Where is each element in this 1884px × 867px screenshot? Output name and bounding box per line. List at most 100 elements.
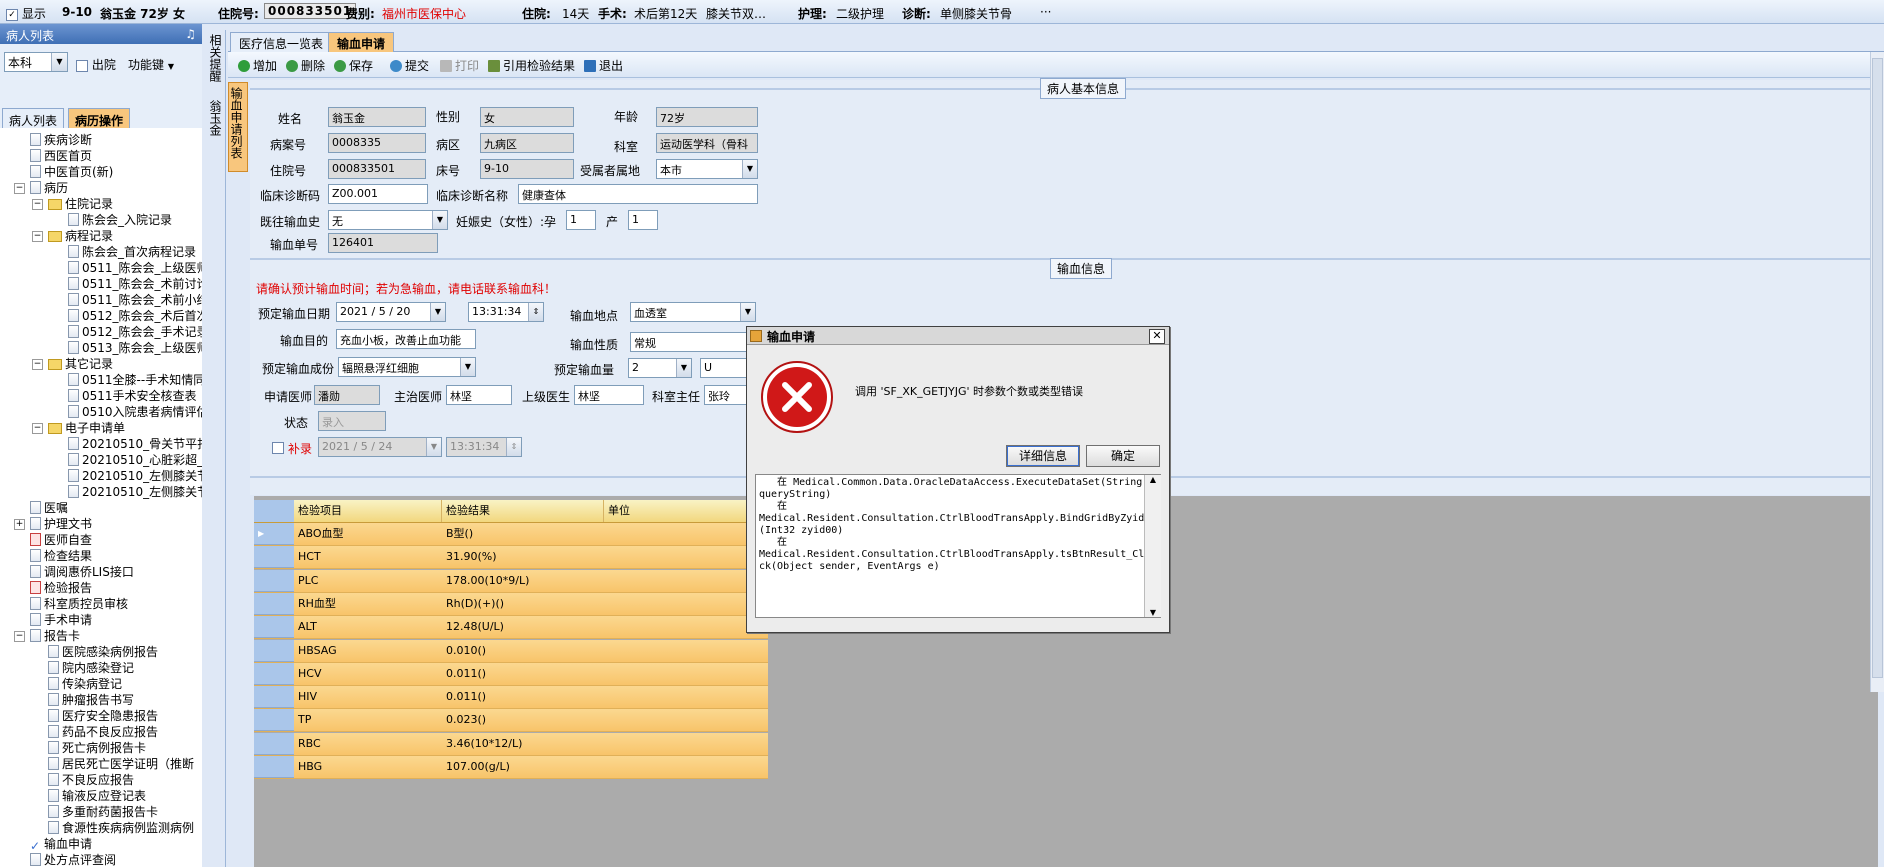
tree-item[interactable]: 调阅惠侨LIS接口: [30, 564, 134, 580]
col-item[interactable]: 检验项目: [294, 500, 442, 522]
tree-item[interactable]: 中医首页(新): [30, 164, 113, 180]
tree-item[interactable]: 0512_陈会会_手术记录: [68, 324, 202, 340]
row-selector[interactable]: [254, 756, 294, 778]
row-selector[interactable]: [254, 592, 294, 615]
tree-item[interactable]: 西医首页: [30, 148, 92, 164]
supplement-time[interactable]: 13:31:34 ⇕: [446, 437, 522, 457]
tree-item[interactable]: 居民死亡医学证明（推断: [48, 756, 194, 772]
table-row[interactable]: HBSAG 0.010(): [254, 639, 768, 663]
checkbox-icon[interactable]: [76, 59, 88, 72]
tree-item[interactable]: 疾病诊断: [30, 132, 92, 148]
ward-field[interactable]: 九病区: [480, 133, 574, 153]
tree-item[interactable]: 0511_陈会会_术前小结: [68, 292, 202, 308]
tree-item[interactable]: 手术申请: [30, 612, 92, 628]
tab-record-ops[interactable]: 病历操作: [68, 108, 131, 128]
table-row[interactable]: HIV 0.011(): [254, 686, 768, 710]
tree-expander-icon[interactable]: −: [32, 199, 43, 210]
cell-item[interactable]: HBSAG: [294, 640, 442, 662]
tree-item[interactable]: 传染病登记: [48, 676, 122, 692]
diag-name-field[interactable]: 健康查体: [518, 184, 758, 204]
chevron-down-icon[interactable]: ▼: [430, 303, 445, 321]
tree-item[interactable]: 陈会会_入院记录: [68, 212, 172, 228]
tree-expander-icon[interactable]: −: [14, 631, 25, 642]
scroll-down-icon[interactable]: ▼: [1145, 608, 1161, 617]
tree-item[interactable]: 医院感染病例报告: [48, 644, 158, 660]
tree-item[interactable]: 检验报告: [30, 580, 92, 596]
status-field[interactable]: 录入: [318, 411, 386, 431]
cell-result[interactable]: B型(): [442, 523, 604, 545]
table-row[interactable]: RBC 3.46(10*12/L): [254, 732, 768, 756]
tree-item[interactable]: 0511_陈会会_上级医师: [68, 260, 202, 276]
tree-expander-icon[interactable]: −: [14, 183, 25, 194]
component-select[interactable]: 辐照悬浮红细胞 ▼: [338, 357, 476, 377]
tab-patient-list[interactable]: 病人列表: [2, 108, 65, 128]
superior-field[interactable]: 林坚: [574, 385, 644, 405]
checkbox-icon[interactable]: [272, 441, 284, 454]
tree-item[interactable]: 医嘱: [30, 500, 68, 516]
close-icon[interactable]: ✕: [1149, 329, 1165, 344]
tree-item[interactable]: 陈会会_首次病程记录: [68, 244, 196, 260]
dept-select[interactable]: 本科 ▼: [4, 52, 68, 72]
chevron-down-icon[interactable]: ▼: [51, 53, 67, 71]
cell-item[interactable]: TP: [294, 709, 442, 731]
row-selector[interactable]: [254, 732, 294, 755]
error-detail-box[interactable]: 在 Medical.Common.Data.OracleDataAccess.E…: [755, 474, 1161, 618]
place-select[interactable]: 血透室 ▼: [630, 302, 756, 322]
history-select[interactable]: 无 ▼: [328, 210, 448, 230]
tree-item[interactable]: 20210510_心脏彩超_无: [68, 452, 202, 468]
supplement-date[interactable]: 2021 / 5 / 24 ▼: [318, 437, 442, 457]
residence-select[interactable]: 本市 ▼: [656, 159, 758, 179]
tree-item[interactable]: 0511_陈会会_术前讨论: [68, 276, 202, 292]
cell-item[interactable]: RBC: [294, 733, 442, 755]
submit-button[interactable]: 提交: [390, 57, 429, 74]
cell-item[interactable]: RH血型: [294, 593, 442, 615]
row-selector[interactable]: [254, 616, 294, 639]
side-tab-patient[interactable]: 翁玉金: [206, 96, 224, 146]
tree-expander-icon[interactable]: −: [32, 423, 43, 434]
table-row[interactable]: PLC 178.00(10*9/L): [254, 569, 768, 593]
checkbox-icon[interactable]: ✓: [6, 8, 18, 21]
row-selector[interactable]: [254, 686, 294, 709]
age-field[interactable]: 72岁: [656, 107, 758, 127]
tree-item[interactable]: 不良反应报告: [48, 772, 134, 788]
cell-item[interactable]: HIV: [294, 686, 442, 708]
scrollbar-thumb[interactable]: [1872, 58, 1883, 678]
cell-result[interactable]: Rh(D)(+)(): [442, 593, 604, 615]
function-button[interactable]: 功能键 ▼: [128, 56, 174, 73]
cell-result[interactable]: 178.00(10*9/L): [442, 570, 604, 592]
scroll-up-icon[interactable]: ▲: [1145, 475, 1161, 484]
sex-field[interactable]: 女: [480, 107, 574, 127]
chevron-down-icon[interactable]: ▼: [740, 303, 755, 321]
add-button[interactable]: 增加: [238, 57, 277, 74]
tree-item[interactable]: 多重耐药菌报告卡: [48, 804, 158, 820]
tree-expander-icon[interactable]: −: [32, 359, 43, 370]
bed-field[interactable]: 9-10: [480, 159, 574, 179]
cell-result[interactable]: 107.00(g/L): [442, 756, 604, 778]
tree-item[interactable]: 0512_陈会会_术后首次: [68, 308, 202, 324]
chevron-down-icon[interactable]: ▼: [742, 160, 757, 178]
table-row[interactable]: TP 0.023(): [254, 709, 768, 733]
col-unit[interactable]: 单位: [604, 500, 768, 522]
cell-result[interactable]: 0.023(): [442, 709, 604, 731]
tree-item[interactable]: 20210510_左侧膝关节: [68, 484, 202, 500]
diag-code-field[interactable]: Z00.001: [328, 184, 428, 204]
tree-item[interactable]: 0511全膝--手术知情同: [68, 372, 202, 388]
chevron-down-icon[interactable]: ▼: [460, 358, 475, 376]
tree-item[interactable]: 0511手术安全核查表: [68, 388, 197, 404]
row-selector[interactable]: [254, 569, 294, 592]
date-picker[interactable]: 2021 / 5 / 20 ▼: [336, 302, 446, 322]
tree-item[interactable]: 电子申请单: [48, 420, 125, 436]
col-result[interactable]: 检验结果: [442, 500, 604, 522]
print-button[interactable]: 打印: [440, 57, 479, 74]
cell-item[interactable]: HCV: [294, 663, 442, 685]
chevron-down-icon[interactable]: ▼: [676, 359, 691, 377]
chevron-down-icon[interactable]: ▼: [426, 438, 441, 456]
tree-item[interactable]: 院内感染登记: [48, 660, 134, 676]
applicant-field[interactable]: 潘勋: [314, 385, 380, 405]
row-selector[interactable]: [254, 662, 294, 685]
tree-expander-icon[interactable]: −: [32, 231, 43, 242]
detail-scrollbar[interactable]: ▲ ▼: [1144, 475, 1161, 617]
case-no-field[interactable]: 0008335: [328, 133, 426, 153]
table-row[interactable]: ALT 12.48(U/L): [254, 616, 768, 640]
side-tab-transfusion-list[interactable]: 输血申请列表: [228, 82, 248, 172]
